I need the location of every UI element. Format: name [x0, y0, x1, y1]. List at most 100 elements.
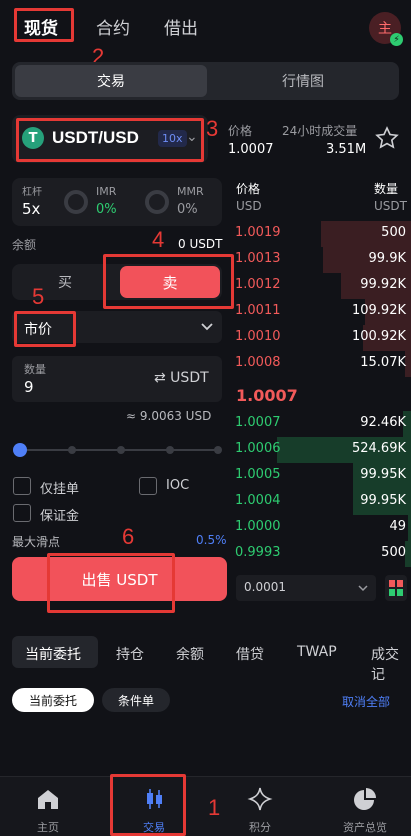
segment-trade[interactable]: 交易	[15, 65, 207, 97]
slider-handle[interactable]	[13, 443, 27, 457]
subtab-conditional[interactable]: 条件单	[102, 688, 170, 712]
submit-sell-button[interactable]: 出售 USDT	[12, 557, 227, 601]
orderbook-qty: 15.07K	[360, 355, 406, 370]
orderbook-qty: 99.95K	[360, 493, 406, 508]
subtab-open[interactable]: 当前委托	[12, 688, 94, 712]
nav-home[interactable]: 主页	[7, 777, 89, 836]
orderbook-row[interactable]: 1.0011 109.92K	[235, 298, 411, 325]
candlestick-icon	[147, 789, 162, 809]
tab-twap[interactable]: TWAP	[297, 644, 337, 660]
orderbook-qty: 500	[381, 225, 406, 240]
annotation-6: 6	[122, 524, 135, 549]
last-price: 1.0007	[228, 142, 274, 157]
orderbook-row[interactable]: 1.0004 99.95K	[235, 488, 411, 515]
mmr-value: 0%	[177, 202, 198, 217]
quantity-field[interactable]: 数量 9 ⇄ USDT	[12, 356, 222, 402]
tick-size-value: 0.0001	[244, 580, 286, 594]
orderbook-qty: 99.9K	[368, 251, 406, 266]
leverage-value: 5x	[22, 200, 41, 218]
orderbook-price: 1.0008	[235, 355, 281, 370]
orderbook-row[interactable]: 1.0012 99.92K	[235, 272, 411, 299]
orderbook-price: 1.0019	[235, 225, 281, 240]
star-icon[interactable]	[375, 126, 399, 150]
ioc-label: IOC	[166, 478, 190, 493]
slider-tick[interactable]	[166, 446, 174, 454]
mmr-label: MMR	[177, 185, 204, 198]
tick-size-select[interactable]: 0.0001	[236, 575, 376, 601]
tab-spot[interactable]: 现货	[24, 14, 58, 39]
orderbook-row[interactable]: 1.0019 500	[235, 220, 411, 247]
ob-qty-unit: USDT	[374, 199, 407, 213]
post-only-checkbox[interactable]	[13, 477, 31, 495]
pair-name: USDT/USD	[52, 128, 139, 147]
tab-fills[interactable]: 成交记	[371, 644, 411, 684]
nav-assets-label: 资产总览	[343, 821, 387, 834]
orderbook-qty: 92.46K	[360, 415, 406, 430]
orderbook-row[interactable]: 1.0010 100.92K	[235, 324, 411, 351]
volume-value: 3.51M	[326, 142, 367, 157]
orderbook-qty: 49	[389, 519, 406, 534]
orderbook-row[interactable]: 0.9993 500	[235, 540, 411, 567]
annotation-1: 1	[208, 795, 221, 820]
nav-trade[interactable]: 交易	[113, 777, 195, 836]
orderbook-row[interactable]: 1.0005 99.95K	[235, 462, 411, 489]
orderbook-row[interactable]: 1.0008 15.07K	[235, 350, 411, 377]
ob-price-header: 价格	[236, 182, 261, 196]
pie-chart-icon	[354, 788, 376, 810]
tab-open-orders[interactable]: 当前委托	[25, 644, 81, 664]
annotation-4: 4	[152, 227, 165, 252]
ioc-checkbox[interactable]	[139, 477, 157, 495]
avatar[interactable]: 主 ⚡	[369, 12, 403, 46]
pair-selector[interactable]: T USDT/USD 10x ⌄	[12, 115, 208, 163]
annotation-3: 3	[206, 116, 219, 141]
book-layout-toggle[interactable]	[385, 575, 407, 601]
chevron-down-icon: ⌄	[186, 129, 198, 145]
orderbook-qty: 99.92K	[360, 277, 406, 292]
tab-lending[interactable]: 借出	[164, 14, 198, 39]
nav-points-label: 积分	[249, 821, 271, 834]
orderbook-row[interactable]: 1.0006 524.69K	[235, 436, 411, 463]
nav-assets[interactable]: 资产总览	[324, 777, 406, 836]
leverage-box[interactable]: 杠杆 5x IMR 0% MMR 0%	[12, 178, 222, 226]
tab-positions[interactable]: 持仓	[116, 644, 144, 664]
orderbook-price: 1.0010	[235, 329, 281, 344]
price-label: 价格	[228, 124, 253, 138]
order-type-select[interactable]: 市价	[12, 311, 222, 343]
tab-balance[interactable]: 余额	[176, 644, 204, 664]
slider-tick[interactable]	[68, 446, 76, 454]
tab-contract[interactable]: 合约	[96, 14, 130, 39]
orderbook-price: 1.0005	[235, 467, 281, 482]
orderbook-row[interactable]: 1.0000 49	[235, 514, 411, 541]
leverage-badge: 10x	[158, 130, 187, 147]
top-nav: 现货 合约 借出 主 ⚡	[0, 0, 411, 52]
sparkle-icon	[247, 787, 273, 811]
leverage-label: 杠杆	[22, 187, 42, 198]
slippage-value[interactable]: 0.5%	[196, 533, 227, 547]
quantity-approx: ≈ 9.0063 USD	[126, 409, 212, 423]
orderbook-price: 1.0007	[235, 415, 281, 430]
orderbook-qty: 99.95K	[360, 467, 406, 482]
quantity-unit-toggle[interactable]: ⇄ USDT	[154, 370, 209, 386]
cancel-all-link[interactable]: 取消全部	[342, 693, 390, 710]
orderbook-price: 1.0012	[235, 277, 281, 292]
mmr-ring-icon	[145, 190, 169, 214]
lightning-icon: ⚡	[390, 33, 403, 46]
slider-tick[interactable]	[214, 446, 222, 454]
sell-button[interactable]: 卖	[120, 266, 220, 298]
imr-ring-icon	[64, 190, 88, 214]
slider-tick[interactable]	[117, 446, 125, 454]
orderbook-row[interactable]: 1.0007 92.46K	[235, 410, 411, 437]
segment-chart[interactable]: 行情图	[207, 65, 399, 97]
buy-button[interactable]: 买	[12, 264, 118, 300]
nav-home-label: 主页	[37, 821, 59, 834]
imr-label: IMR	[96, 185, 117, 198]
nav-points[interactable]: 积分	[219, 777, 301, 836]
margin-checkbox[interactable]	[13, 504, 31, 522]
orderbook-price: 1.0011	[235, 303, 281, 318]
tab-loans[interactable]: 借贷	[236, 644, 264, 664]
orderbook-row[interactable]: 1.0013 99.9K	[235, 246, 411, 273]
quantity-label: 数量	[24, 363, 46, 376]
avatar-label: 主	[378, 21, 392, 37]
orderbook-price: 1.0000	[235, 519, 281, 534]
imr-value: 0%	[96, 202, 117, 217]
